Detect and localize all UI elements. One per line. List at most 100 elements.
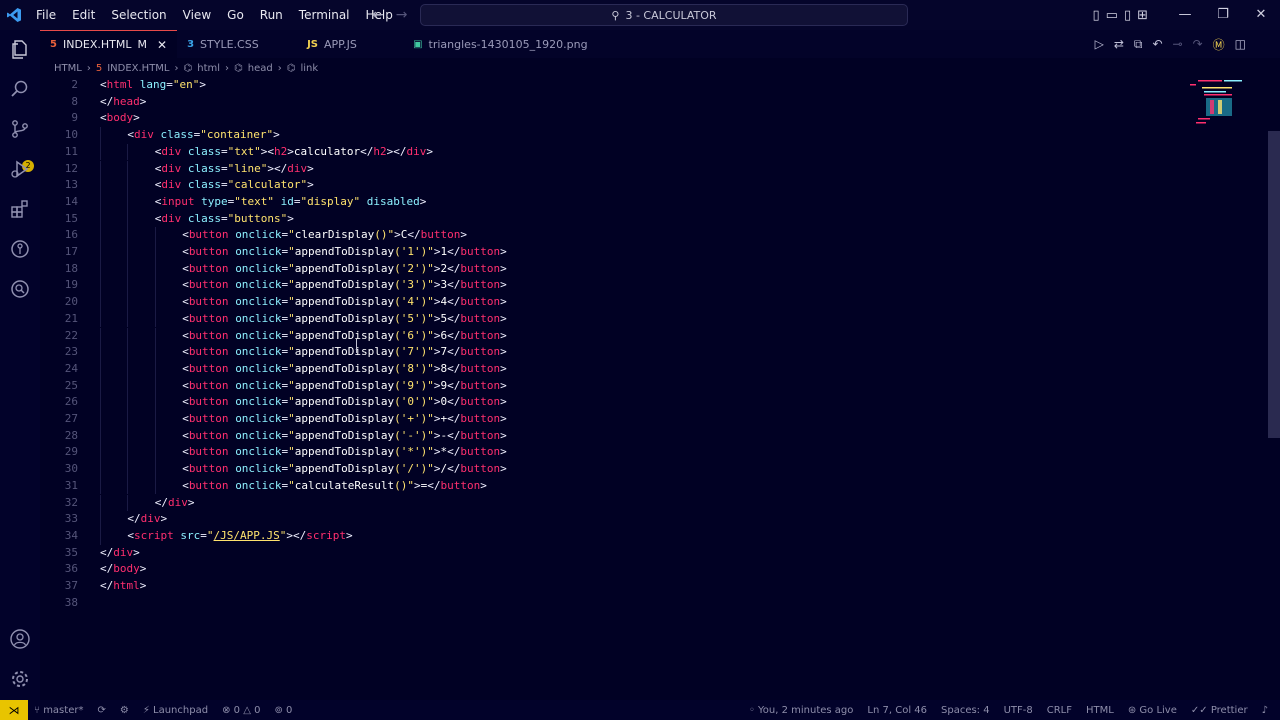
- menu-edit[interactable]: Edit: [64, 0, 103, 30]
- maximize-icon[interactable]: ❐: [1204, 0, 1242, 30]
- toggle-panel-icon[interactable]: ▭: [1106, 8, 1118, 23]
- language-mode[interactable]: HTML: [1086, 705, 1114, 716]
- branch-indicator[interactable]: ⑂ master*: [34, 705, 83, 716]
- menu-terminal[interactable]: Terminal: [291, 0, 358, 30]
- breadcrumb-item-html-folder[interactable]: HTML: [54, 63, 82, 74]
- git-forward-icon[interactable]: ↷: [1193, 37, 1203, 51]
- launchpad[interactable]: ⚡ Launchpad: [143, 705, 208, 716]
- vertical-scrollbar[interactable]: [1268, 131, 1280, 438]
- gitlens-icon[interactable]: [8, 238, 32, 262]
- remote-explorer-icon[interactable]: [8, 278, 32, 302]
- notifications-bell-icon[interactable]: ♪: [1262, 705, 1268, 716]
- menu-view[interactable]: View: [175, 0, 219, 30]
- git-commit-icon[interactable]: ⊸: [1173, 37, 1183, 51]
- code-line[interactable]: 25 <button onclick="appendToDisplay('9')"…: [40, 377, 1140, 395]
- code-line[interactable]: 14 <input type="text" id="display" disabl…: [40, 193, 1140, 211]
- code-line[interactable]: 22 <button onclick="appendToDisplay('6')"…: [40, 327, 1140, 345]
- code-line[interactable]: 30 <button onclick="appendToDisplay('/')"…: [40, 461, 1140, 478]
- compare-changes-icon[interactable]: ⇄: [1114, 37, 1124, 51]
- code-line[interactable]: 36 </body>: [40, 561, 1140, 577]
- git-back-icon[interactable]: ↶: [1152, 37, 1162, 51]
- explorer-icon[interactable]: [8, 38, 32, 62]
- code-line[interactable]: 26 <button onclick="appendToDisplay('0')"…: [40, 394, 1140, 411]
- ports-indicator[interactable]: ⊚ 0: [274, 705, 292, 716]
- code-line[interactable]: 38: [40, 595, 1140, 611]
- code-line[interactable]: 10 <div class="container">: [40, 127, 1140, 144]
- remote-indicator-icon[interactable]: ⋊: [0, 700, 28, 720]
- accounts-icon[interactable]: [8, 628, 32, 652]
- end-of-line[interactable]: CRLF: [1047, 705, 1072, 716]
- command-center-search[interactable]: ⚲ 3 - CALCULATOR: [420, 4, 908, 26]
- indent-guide: [100, 177, 101, 194]
- code-line[interactable]: 18 <button onclick="appendToDisplay('2')"…: [40, 260, 1140, 278]
- minimize-icon[interactable]: —: [1166, 0, 1204, 30]
- code-line[interactable]: 12 <div class="line"></div>: [40, 160, 1140, 178]
- indentation[interactable]: Spaces: 4: [941, 705, 990, 716]
- split-editor-icon[interactable]: ◫: [1235, 37, 1246, 51]
- code-line[interactable]: 31 <button onclick="calculateResult()">=<…: [40, 477, 1140, 495]
- cursor-position[interactable]: Ln 7, Col 46: [867, 705, 927, 716]
- code-line[interactable]: 24 <button onclick="appendToDisplay('8')"…: [40, 360, 1140, 378]
- tab-index-html[interactable]: 5 INDEX.HTML M ✕: [40, 30, 178, 58]
- close-window-icon[interactable]: ✕: [1242, 0, 1280, 30]
- code-line[interactable]: 16 <button onclick="clearDisplay()">C</bu…: [40, 227, 1140, 244]
- gitlens-inspect-icon[interactable]: Ⓜ: [1213, 36, 1225, 53]
- toggle-primary-sidebar-icon[interactable]: ▯: [1092, 8, 1099, 23]
- indent-guide: [100, 227, 101, 244]
- layout-controls: ▯ ▭ ▯ ⊞: [1092, 8, 1148, 23]
- code-editor[interactable]: 2 <html lang="en"> 8 </head> 9 <body> 10 <div c…: [40, 77, 1268, 697]
- code-line[interactable]: 35 </div>: [40, 545, 1140, 561]
- code-text: <button onclick="appendToDisplay('7')">7…: [182, 345, 507, 359]
- git-blame[interactable]: ◦ You, 2 minutes ago: [749, 705, 853, 716]
- extensions-icon[interactable]: [8, 198, 32, 222]
- sync-icon[interactable]: ⟳: [97, 705, 105, 716]
- tab-app-js[interactable]: JS APP.JS: [297, 30, 403, 58]
- code-line[interactable]: 8 </head>: [40, 94, 1140, 110]
- menu-selection[interactable]: Selection: [103, 0, 174, 30]
- breadcrumb-item-html[interactable]: html: [197, 63, 220, 74]
- toggle-secondary-sidebar-icon[interactable]: ▯: [1124, 8, 1131, 23]
- code-line[interactable]: 17 <button onclick="appendToDisplay('1')"…: [40, 244, 1140, 261]
- code-line[interactable]: 2 <html lang="en">: [40, 77, 1140, 93]
- back-arrow-icon[interactable]: ←: [372, 7, 384, 23]
- forward-arrow-icon[interactable]: →: [396, 7, 408, 23]
- code-line[interactable]: 32 </div>: [40, 494, 1140, 512]
- run-icon[interactable]: ▷: [1095, 37, 1104, 51]
- gitlens-graph-icon[interactable]: ⚙: [120, 705, 129, 716]
- customize-layout-icon[interactable]: ⊞: [1137, 8, 1148, 23]
- menu-file[interactable]: File: [28, 0, 64, 30]
- run-debug-icon[interactable]: [8, 158, 32, 182]
- search-icon[interactable]: [8, 78, 32, 102]
- code-line[interactable]: 11 <div class="txt"><h2>calculator</h2></…: [40, 143, 1140, 161]
- code-line[interactable]: 33 </div>: [40, 511, 1140, 528]
- code-line[interactable]: 37 </html>: [40, 578, 1140, 594]
- code-line[interactable]: 20 <button onclick="appendToDisplay('4')"…: [40, 294, 1140, 311]
- problems-indicator[interactable]: ⊗ 0 △ 0: [222, 705, 260, 716]
- tab-triangles-png[interactable]: ▣ triangles-1430105_1920.png: [403, 30, 597, 58]
- code-line[interactable]: 9 <body>: [40, 110, 1140, 126]
- code-line[interactable]: 19 <button onclick="appendToDisplay('3')"…: [40, 277, 1140, 295]
- encoding[interactable]: UTF-8: [1004, 705, 1033, 716]
- code-line[interactable]: 27 <button onclick="appendToDisplay('+')"…: [40, 411, 1140, 428]
- go-live[interactable]: ⊛ Go Live: [1128, 705, 1177, 716]
- prettier[interactable]: ✓✓ Prettier: [1191, 705, 1248, 716]
- code-line[interactable]: 34 <script src="/JS/APP.JS"></script>: [40, 527, 1140, 545]
- code-line[interactable]: 29 <button onclick="appendToDisplay('*')"…: [40, 444, 1140, 462]
- menu-go[interactable]: Go: [219, 0, 252, 30]
- open-preview-icon[interactable]: ⧉: [1134, 37, 1143, 52]
- menu-run[interactable]: Run: [252, 0, 291, 30]
- breadcrumb-item-file[interactable]: INDEX.HTML: [107, 63, 169, 74]
- breadcrumb-item-link[interactable]: link: [300, 63, 318, 74]
- code-line[interactable]: 15 <div class="buttons">: [40, 210, 1140, 228]
- code-line[interactable]: 13 <div class="calculator">: [40, 177, 1140, 194]
- code-line[interactable]: 21 <button onclick="appendToDisplay('5')"…: [40, 310, 1140, 328]
- close-icon[interactable]: ✕: [157, 38, 167, 52]
- code-line[interactable]: 23 <button onclick="appendToDisplay('7')"…: [40, 344, 1140, 361]
- breadcrumb-item-head[interactable]: head: [248, 63, 273, 74]
- code-line[interactable]: 28 <button onclick="appendToDisplay('-')"…: [40, 427, 1140, 445]
- source-control-icon[interactable]: [8, 118, 32, 142]
- minimap[interactable]: [1188, 78, 1248, 126]
- settings-gear-icon[interactable]: [8, 668, 32, 692]
- indent-guide: [127, 427, 129, 445]
- tab-style-css[interactable]: 3 STYLE.CSS: [177, 30, 297, 58]
